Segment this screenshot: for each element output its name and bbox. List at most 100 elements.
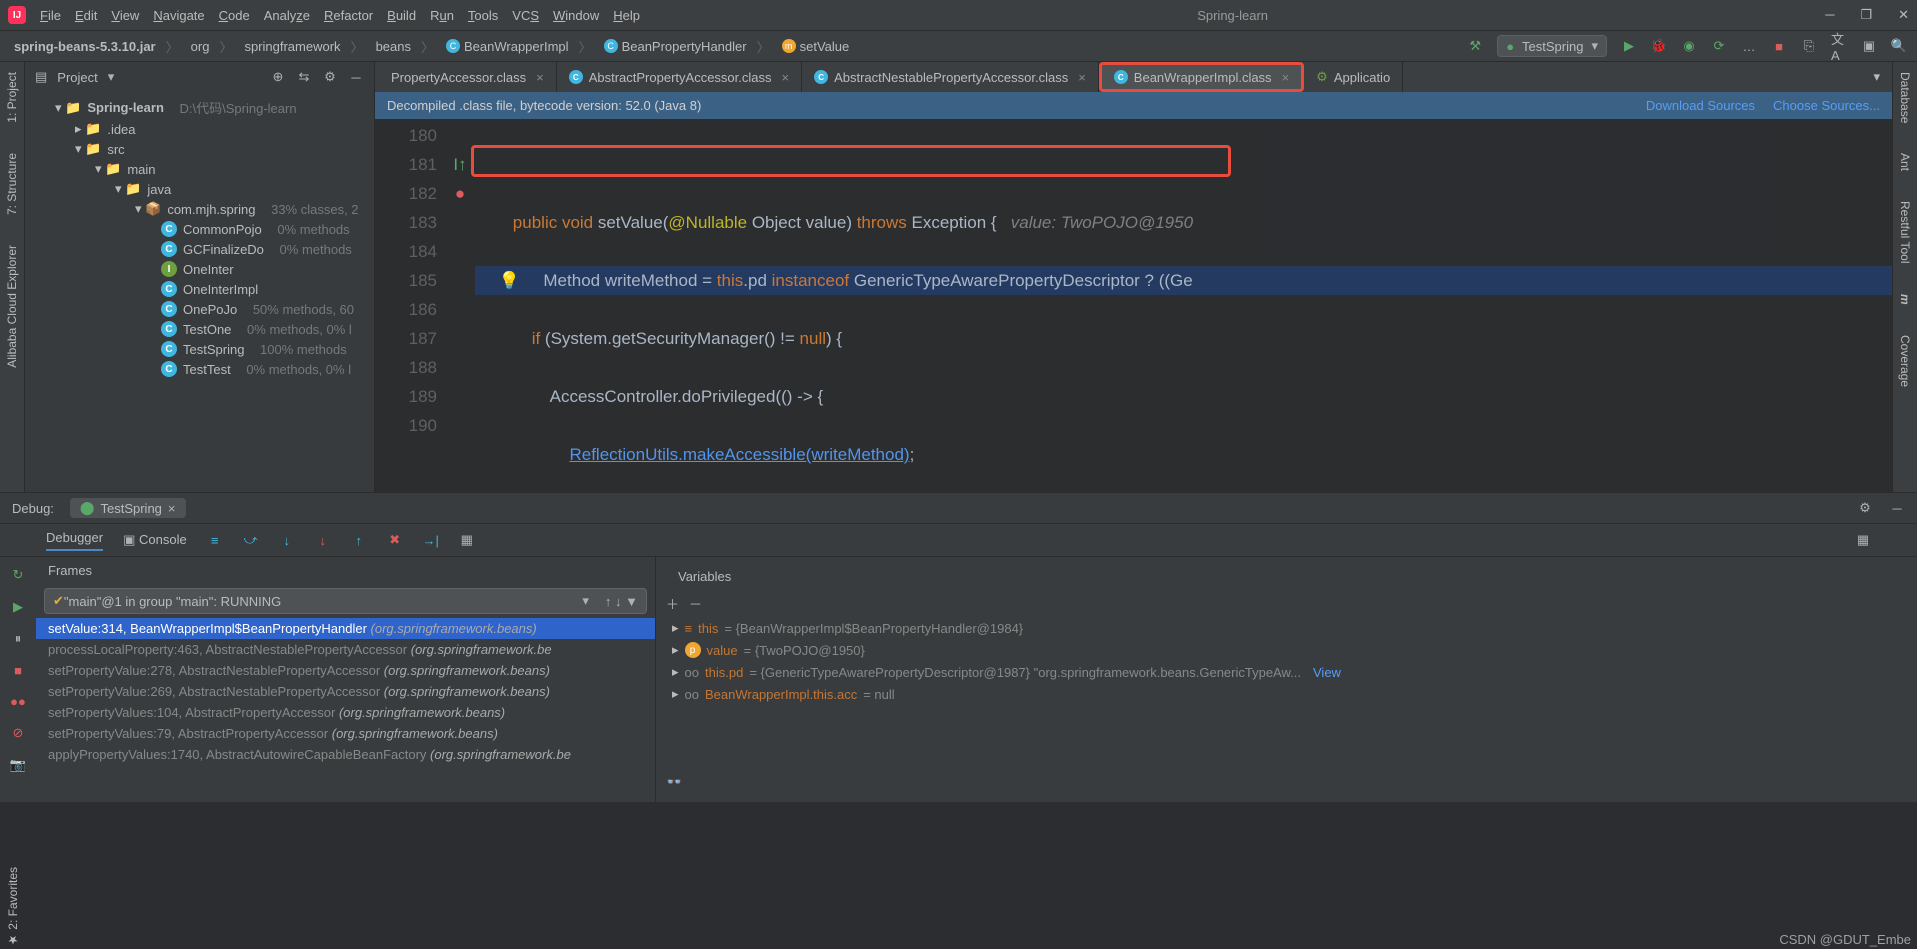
- menu-analyze[interactable]: Analyze: [264, 8, 310, 23]
- debugger-tab[interactable]: Debugger: [46, 530, 103, 551]
- favorites-tool[interactable]: ★ 2: Favorites: [6, 867, 20, 947]
- mute-bp-icon[interactable]: ⊘: [13, 725, 24, 741]
- close-icon[interactable]: ×: [1282, 70, 1290, 85]
- frame-row[interactable]: setPropertyValues:104, AbstractPropertyA…: [36, 702, 655, 723]
- crumb-org[interactable]: org〉: [187, 37, 237, 56]
- close-icon[interactable]: ×: [1078, 70, 1086, 85]
- profiler-icon[interactable]: ⟳: [1711, 38, 1727, 54]
- crumb-class[interactable]: CBeanWrapperImpl〉: [442, 37, 596, 56]
- tool-structure[interactable]: 7: Structure: [5, 153, 19, 215]
- menu-code[interactable]: Code: [219, 8, 250, 23]
- menu-refactor[interactable]: Refactor: [324, 8, 373, 23]
- tool-restful[interactable]: Restful Tool: [1898, 201, 1912, 263]
- gear-icon[interactable]: ⚙: [1857, 500, 1873, 516]
- drop-frame-icon[interactable]: ✖: [387, 532, 403, 548]
- layout-icon[interactable]: ▣: [1861, 38, 1877, 54]
- tool-project[interactable]: 1: Project: [5, 72, 19, 123]
- crumb-beans[interactable]: beans〉: [372, 37, 438, 56]
- frames-list[interactable]: setValue:314, BeanWrapperImpl$BeanProper…: [36, 618, 655, 765]
- tool-database[interactable]: Database: [1898, 72, 1912, 123]
- frame-row[interactable]: applyPropertyValues:1740, AbstractAutowi…: [36, 744, 655, 765]
- close-icon[interactable]: ✕: [1898, 7, 1909, 23]
- debug-session-tab[interactable]: ⬤TestSpring ×: [70, 498, 186, 518]
- git-icon[interactable]: ⎘: [1801, 38, 1817, 54]
- coverage-icon[interactable]: ◉: [1681, 38, 1697, 54]
- crumb-inner[interactable]: CBeanPropertyHandler〉: [600, 37, 774, 56]
- tab-abstractpa[interactable]: CAbstractPropertyAccessor.class×: [557, 62, 802, 92]
- frame-row[interactable]: setPropertyValue:278, AbstractNestablePr…: [36, 660, 655, 681]
- var-row[interactable]: ▸ oo BeanWrapperImpl.this.acc = null: [666, 683, 1907, 705]
- debug-icon[interactable]: 🐞: [1651, 38, 1667, 54]
- frame-row[interactable]: processLocalProperty:463, AbstractNestab…: [36, 639, 655, 660]
- menu-run[interactable]: Run: [430, 8, 454, 23]
- stop-icon[interactable]: ■: [14, 663, 22, 678]
- resume-icon[interactable]: ▶: [13, 599, 23, 615]
- breakpoints-icon[interactable]: ●●: [10, 694, 26, 709]
- crumb-sf[interactable]: springframework〉: [240, 37, 367, 56]
- search-icon[interactable]: 🔍: [1891, 38, 1907, 54]
- pause-icon[interactable]: ⏸: [15, 631, 22, 647]
- thread-selector[interactable]: ✔ "main"@1 in group "main": RUNNING▾ ↑ ↓…: [44, 588, 647, 614]
- menu-help[interactable]: Help: [613, 8, 640, 23]
- hide-icon[interactable]: ─: [348, 69, 364, 85]
- frame-row[interactable]: setValue:314, BeanWrapperImpl$BeanProper…: [36, 618, 655, 639]
- tab-abstractnpa[interactable]: CAbstractNestablePropertyAccessor.class×: [802, 62, 1099, 92]
- download-sources-link[interactable]: Download Sources: [1646, 98, 1755, 113]
- var-row[interactable]: ▸ p value = {TwoPOJO@1950}: [666, 639, 1907, 661]
- eval-icon[interactable]: ▦: [459, 532, 475, 548]
- expand-icon[interactable]: ⇆: [296, 69, 312, 85]
- run-icon[interactable]: ▶: [1621, 38, 1637, 54]
- step-out-icon[interactable]: ↑: [351, 532, 367, 548]
- menu-window[interactable]: Window: [553, 8, 599, 23]
- tabs-dropdown-icon[interactable]: ▾: [1865, 69, 1888, 85]
- attach-icon[interactable]: …: [1741, 38, 1757, 54]
- tool-alibaba[interactable]: Alibaba Cloud Explorer: [5, 245, 19, 368]
- layout-settings-icon[interactable]: ▦: [1855, 532, 1871, 548]
- tool-maven[interactable]: m: [1898, 294, 1912, 305]
- hide-icon[interactable]: ─: [1889, 500, 1905, 516]
- menu-file[interactable]: File: [40, 8, 61, 23]
- close-icon[interactable]: ×: [782, 70, 790, 85]
- project-tree[interactable]: ▾ 📁Spring-learn D:\代码\Spring-learn ▸ 📁.i…: [25, 92, 374, 383]
- tool-coverage[interactable]: Coverage: [1898, 335, 1912, 387]
- menu-navigate[interactable]: Navigate: [153, 8, 204, 23]
- step-over-icon[interactable]: ⤻: [243, 532, 259, 548]
- var-row[interactable]: ▸ ≡ this = {BeanWrapperImpl$BeanProperty…: [666, 617, 1907, 639]
- camera-icon[interactable]: 📷: [10, 757, 26, 773]
- maximize-icon[interactable]: ❐: [1860, 7, 1872, 23]
- menu-build[interactable]: Build: [387, 8, 416, 23]
- locate-icon[interactable]: ⊕: [270, 69, 286, 85]
- var-row[interactable]: ▸ oo this.pd = {GenericTypeAwareProperty…: [666, 661, 1907, 683]
- close-icon[interactable]: ×: [536, 70, 544, 85]
- minimize-icon[interactable]: ─: [1825, 7, 1834, 23]
- translate-icon[interactable]: 文A: [1831, 38, 1847, 54]
- show-exec-icon[interactable]: ≡: [207, 532, 223, 548]
- hammer-icon[interactable]: ⚒: [1467, 38, 1483, 54]
- vars-list[interactable]: ▸ ≡ this = {BeanWrapperImpl$BeanProperty…: [666, 617, 1907, 705]
- stop-icon[interactable]: ■: [1771, 38, 1787, 54]
- menu-edit[interactable]: Edit: [75, 8, 97, 23]
- console-tab[interactable]: ▣ Console: [123, 532, 187, 548]
- remove-watch-icon[interactable]: －: [689, 594, 702, 613]
- new-watch-icon[interactable]: ＋: [666, 594, 679, 613]
- menu-tools[interactable]: Tools: [468, 8, 498, 23]
- project-panel-title[interactable]: Project: [57, 70, 97, 85]
- tab-propertyaccessor[interactable]: PropertyAccessor.class×: [379, 62, 557, 92]
- force-step-into-icon[interactable]: ↓: [315, 532, 331, 548]
- choose-sources-link[interactable]: Choose Sources...: [1773, 98, 1880, 113]
- crumb-method[interactable]: msetValue: [778, 39, 854, 54]
- frame-row[interactable]: setPropertyValue:269, AbstractNestablePr…: [36, 681, 655, 702]
- tab-beanwrapperimpl[interactable]: CBeanWrapperImpl.class×: [1099, 62, 1304, 92]
- menu-view[interactable]: View: [111, 8, 139, 23]
- run-to-cursor-icon[interactable]: →|: [423, 532, 439, 548]
- override-icon[interactable]: I↑: [453, 150, 466, 179]
- glasses-icon[interactable]: 👓: [666, 774, 682, 790]
- gear-icon[interactable]: ⚙: [322, 69, 338, 85]
- tab-application[interactable]: ⚙Applicatio: [1304, 62, 1403, 92]
- menu-vcs[interactable]: VCS: [512, 8, 539, 23]
- breakpoint-icon[interactable]: ●: [455, 179, 465, 208]
- step-into-icon[interactable]: ↓: [279, 532, 295, 548]
- code-editor[interactable]: 180181182 183184185 186187188 189190 I↑ …: [375, 119, 1892, 492]
- run-config-select[interactable]: ●TestSpring▾: [1497, 35, 1607, 57]
- crumb-jar[interactable]: spring-beans-5.3.10.jar〉: [10, 37, 183, 56]
